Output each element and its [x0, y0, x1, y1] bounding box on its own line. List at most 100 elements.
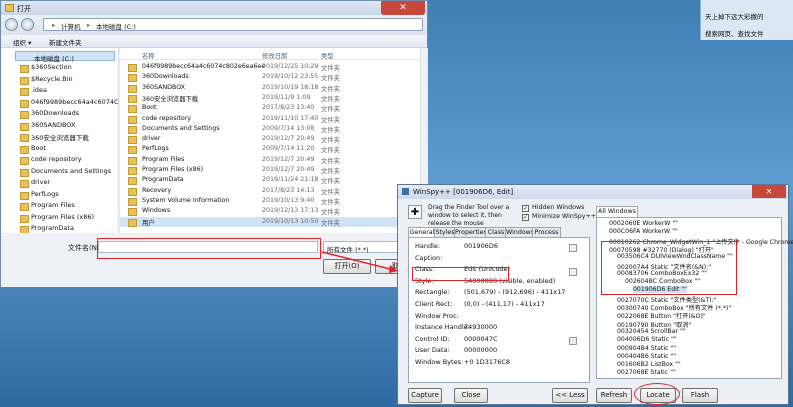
field-label: Control ID:	[415, 334, 450, 343]
nav-item-label: 本地磁盘 (C:)	[34, 55, 74, 63]
field-value[interactable]: (0,0) - (411,17) - 411x17	[464, 300, 545, 308]
table-row[interactable]: Documents and Settings 2009/7/14 13:08 文件夹	[120, 124, 420, 134]
table-row[interactable]: 360SANDBOX 2019/10/19 18:18 文件夹	[120, 83, 420, 93]
new-folder-button[interactable]: 新建文件夹	[49, 37, 82, 47]
nav-item[interactable]: code repository	[31, 155, 82, 163]
table-row[interactable]: code repository 2019/11/10 17:40 文件夹	[120, 114, 420, 124]
table-row[interactable]: Program Files (x86) 2019/12/7 20:49 文件夹	[120, 165, 420, 175]
column-name[interactable]: 名称	[142, 51, 155, 60]
class-highlight-box	[412, 267, 509, 281]
column-header: 名称 修改日期 类型	[120, 50, 420, 60]
tree-item[interactable]: 000C06FA WorkerW ""	[609, 228, 678, 235]
folder-icon	[20, 145, 29, 154]
table-row[interactable]: Recovery 2017/8/23 14:13 文件夹	[120, 186, 420, 196]
nav-item[interactable]: 046f9989becc64a4c6074C	[31, 98, 119, 106]
hidden-windows-checkbox[interactable]: ✓	[522, 205, 529, 212]
table-row[interactable]: Boot 2017/8/23 13:40 文件夹	[120, 103, 420, 114]
organize-menu[interactable]: 组织 ▾	[13, 37, 31, 47]
open-button[interactable]: 打开(O)	[323, 259, 371, 274]
winspy-title: WinSpy++ [001906D6, Edit]	[413, 188, 514, 196]
tab-all-windows[interactable]: All Windows	[596, 206, 638, 217]
panel-news-item[interactable]: 天上掉下远大彩撒的	[705, 11, 764, 21]
nav-item[interactable]: $360Section	[31, 63, 72, 71]
folder-icon	[128, 84, 137, 93]
panel-search-link[interactable]: 搜索网页、查找文件	[705, 28, 764, 38]
field-value[interactable]: 74930000	[464, 323, 497, 331]
table-row[interactable]: driver 2019/12/7 20:49 文件夹	[120, 134, 420, 145]
row-date: 2019/10/13 10:50	[262, 217, 319, 225]
class-dropdown[interactable]	[569, 268, 577, 276]
table-row[interactable]: 用户 2019/10/13 10:50 文件夹	[120, 216, 420, 227]
nav-item[interactable]: Documents and Settings	[31, 167, 111, 175]
nav-item[interactable]: Program Files (x86)	[31, 213, 94, 221]
table-row[interactable]: ProgramData 2019/11/24 21:18 文件夹	[120, 175, 420, 186]
tree-item[interactable]: 000404B6 Static ""	[617, 353, 676, 360]
field-value[interactable]: +0 1D3176C8	[464, 358, 510, 366]
refresh-button[interactable]: Refresh	[596, 388, 632, 403]
less-button[interactable]: << Less	[552, 388, 588, 403]
nav-item[interactable]: PerfLogs	[31, 190, 59, 198]
field-label: Window Proc:	[415, 311, 459, 320]
tree-item[interactable]: 001606B2 ListBox ""	[617, 361, 681, 368]
close-button[interactable]: ✕	[381, 1, 425, 15]
breadcrumb-drive[interactable]: 本地磁盘 (C:)	[96, 21, 136, 31]
row-type: 文件夹	[321, 168, 340, 175]
nav-item[interactable]: Boot	[31, 144, 46, 152]
field-label: Handle:	[415, 242, 441, 250]
folder-icon	[128, 105, 137, 114]
row-date: 2017/8/23 14:13	[262, 186, 315, 194]
tree-item[interactable]: 000904B4 Static ""	[617, 345, 676, 352]
field-value[interactable]: 001906D6	[464, 242, 498, 250]
table-row[interactable]: PerfLogs 2009/7/14 11:20 文件夹	[120, 144, 420, 155]
address-bar[interactable]: ▸ 计算机 ▸ 本地磁盘 (C:)	[43, 18, 423, 31]
nav-item[interactable]: 360Downloads	[31, 109, 79, 117]
row-name: Windows	[142, 207, 171, 215]
file-list: 名称 修改日期 类型 046f9989becc64a4c6074c802e6ea…	[120, 48, 420, 233]
back-button[interactable]	[5, 18, 18, 31]
winspy-titlebar[interactable]: WinSpy++ [001906D6, Edit] ✕	[398, 185, 788, 199]
handle-dropdown[interactable]	[569, 244, 577, 252]
folder-icon	[128, 125, 137, 134]
close-icon: ✕	[399, 3, 407, 13]
capture-button[interactable]: Capture	[408, 388, 442, 403]
row-name: Documents and Settings	[142, 124, 220, 132]
finder-tool-icon[interactable]: ✚	[408, 205, 422, 219]
nav-item[interactable]: $Recycle.Bin	[31, 75, 73, 83]
field-value[interactable]: 00000000	[464, 346, 497, 354]
instruction-text: Drag the Finder Tool over a window to se…	[428, 204, 510, 227]
dialog-titlebar[interactable]: 打开 ✕	[1, 1, 427, 15]
row-type: 文件夹	[321, 188, 340, 196]
column-date[interactable]: 修改日期	[262, 51, 287, 60]
open-file-dialog: 打开 ✕ ▸ 计算机 ▸ 本地磁盘 (C:) 组织 ▾ 新建文件夹 本地磁盘 (…	[0, 0, 428, 287]
tree-item[interactable]: 004006D6 Static ""	[617, 336, 677, 343]
tree-item[interactable]: 0027068E Static ""	[617, 369, 676, 376]
field-value[interactable]: 0000047C	[464, 335, 498, 343]
breadcrumb-computer[interactable]: 计算机	[61, 21, 81, 31]
nav-item[interactable]: 360安全浏览器下载	[31, 132, 89, 142]
nav-item[interactable]: .idea	[31, 86, 47, 94]
table-row[interactable]: 360Downloads 2019/10/12 23:55 文件夹	[120, 72, 420, 83]
table-row[interactable]: Program Files 2019/12/7 20:49 文件夹	[120, 155, 420, 165]
table-row[interactable]: 046f9989becc64a4c6074c802e6ea6ee 2019/12/…	[120, 62, 420, 72]
close-window-button[interactable]: Close	[454, 388, 488, 403]
nav-item[interactable]: Program Files	[31, 201, 75, 209]
nav-item[interactable]: 360SANDBOX	[31, 121, 75, 129]
nav-item-selected[interactable]: 本地磁盘 (C:)	[15, 51, 115, 63]
folder-icon	[128, 74, 137, 83]
table-row[interactable]: Windows 2019/12/13 17:13 文件夹	[120, 206, 420, 217]
field-value[interactable]: (501,679) - (912,696) - 411x17	[464, 288, 565, 296]
nav-item[interactable]: driver	[31, 178, 50, 186]
table-row[interactable]: 360安全浏览器下载 2019/11/9 1:09 文件夹	[120, 93, 420, 103]
tree-item[interactable]: 0002060E WorkerW ""	[609, 220, 678, 227]
flash-button[interactable]: Flash	[682, 388, 718, 403]
close-button[interactable]: ✕	[752, 185, 786, 198]
column-type[interactable]: 类型	[321, 51, 334, 60]
forward-button[interactable]	[21, 18, 34, 31]
field-label: Instance Handle:	[415, 323, 470, 332]
table-row[interactable]: System Volume Information 2019/10/13 9:40…	[120, 196, 420, 206]
row-type: 文件夹	[321, 106, 340, 114]
nav-item[interactable]: ProgramData	[31, 224, 74, 232]
tree-item[interactable]: 00320454 ScrollBar ""	[617, 328, 686, 335]
window-bytes-dropdown[interactable]	[569, 337, 577, 345]
minimize-checkbox[interactable]: ✓	[522, 214, 529, 221]
